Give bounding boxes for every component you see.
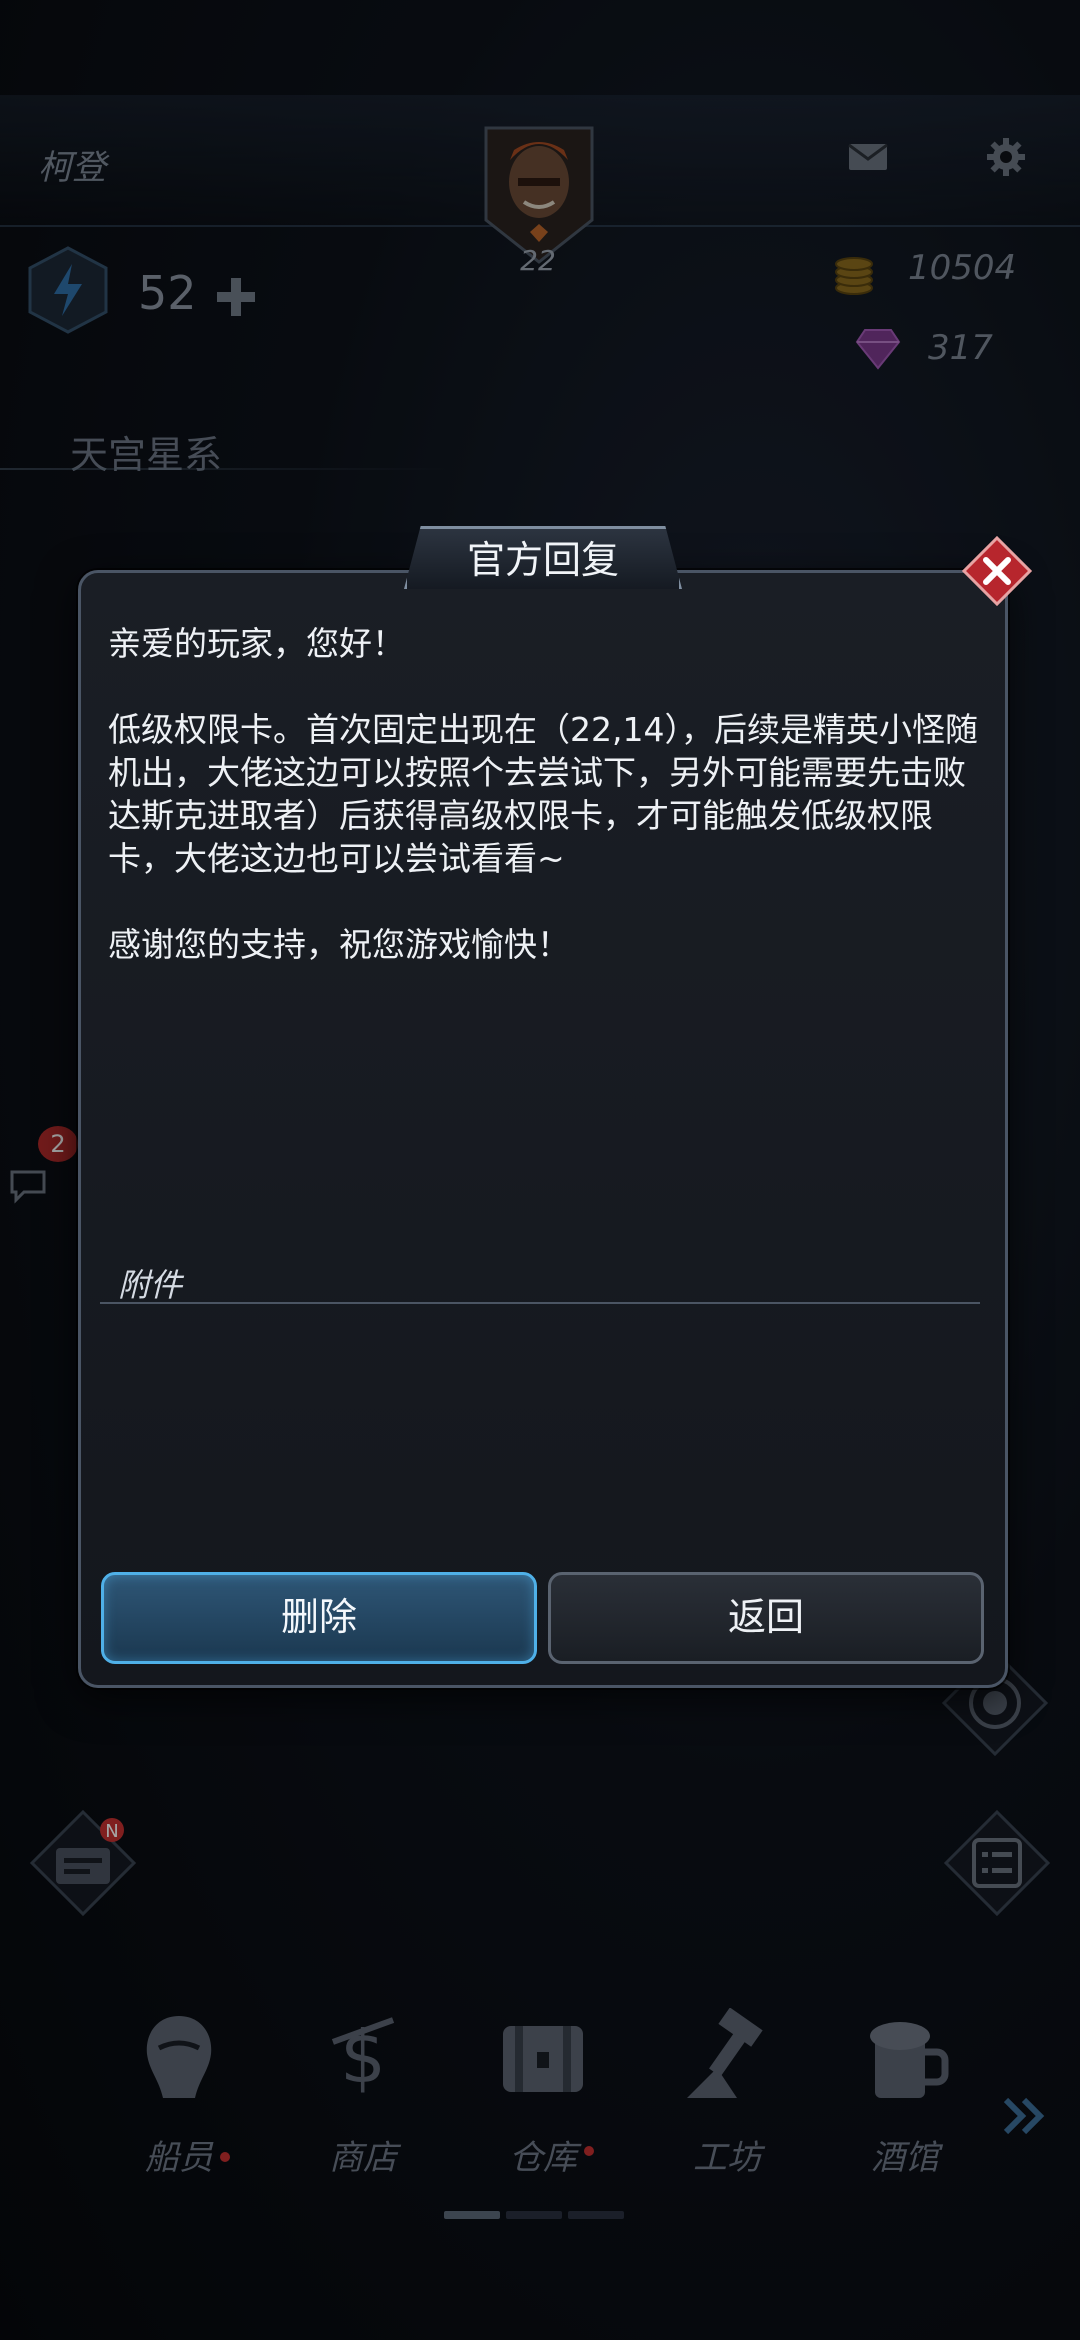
delete-button[interactable]: 删除 <box>101 1572 537 1664</box>
attachment-label: 附件 <box>118 1266 183 1304</box>
close-icon[interactable] <box>962 536 1032 606</box>
reply-message: 亲爱的玩家，您好！ 低级权限卡。首次固定出现在（22,14），后续是精英小怪随机… <box>108 624 978 964</box>
attachment-divider <box>100 1302 980 1304</box>
dialog-title: 官方回复 <box>404 526 682 589</box>
back-button[interactable]: 返回 <box>548 1572 984 1664</box>
